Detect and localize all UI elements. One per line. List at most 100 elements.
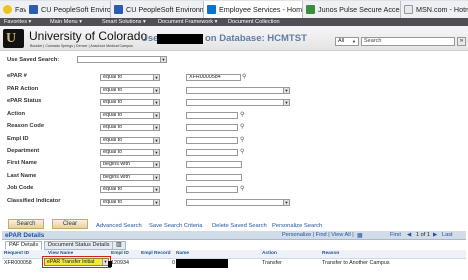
operator-select-epar-status[interactable]: equal to ▼ — [100, 99, 160, 106]
field-label-job-code: Job Code — [7, 185, 34, 191]
operator-select-action[interactable]: equal to ▼ — [100, 112, 160, 119]
cell-action: Transfer — [262, 260, 282, 266]
browser-tab[interactable]: Junos Pulse Secure Access ... — [303, 1, 401, 18]
browser-tab[interactable]: CU PeopleSoft Environme... — [111, 1, 204, 18]
tab-title: Junos Pulse Secure Access ... — [318, 5, 400, 14]
classified-indicator-select[interactable]: ▼ — [186, 199, 290, 206]
col-request-id[interactable]: Request ID — [4, 251, 29, 256]
chevron-down-icon: ▼ — [153, 187, 159, 192]
pager-first-link[interactable]: First — [390, 232, 401, 238]
first-name-input[interactable] — [186, 161, 242, 168]
peoplesoft-icon — [29, 5, 38, 14]
browser-tab-active[interactable]: Employee Services - Home — [204, 1, 303, 18]
search-scope-select[interactable]: All ▼ — [335, 37, 359, 46]
junos-icon — [306, 5, 315, 14]
lookup-icon[interactable]: ⚲ — [240, 137, 246, 143]
grid-download-icon[interactable]: ▦ — [357, 232, 363, 239]
department-input[interactable] — [186, 149, 238, 156]
operator-select-classified-indicator[interactable]: equal to ▼ — [100, 199, 160, 206]
tab-title: Employee Services - Home — [219, 5, 303, 14]
operator-select-first-name[interactable]: begins with ▼ — [100, 161, 160, 168]
field-label-epar-status: ePAR Status — [7, 98, 42, 104]
menu-main-menu[interactable]: Main Menu ▾ — [50, 18, 82, 26]
grid-toolbar-links[interactable]: Personalize | Find | View All | — [282, 232, 354, 238]
lookup-icon[interactable]: ⚲ — [240, 186, 246, 192]
operator-select-empl-id[interactable]: equal to ▼ — [100, 137, 160, 144]
chevron-down-icon: ▼ — [283, 88, 289, 93]
col-name[interactable]: Name — [176, 251, 189, 256]
empl-id-input[interactable] — [186, 137, 238, 144]
grid-title: ePAR Details — [5, 232, 45, 239]
peoplesoft-icon — [114, 5, 123, 14]
last-name-input[interactable] — [186, 174, 242, 181]
chevron-down-icon: ▼ — [153, 113, 159, 118]
action-input[interactable] — [186, 112, 238, 119]
cell-reason: Transfer to Another Campus — [322, 260, 390, 266]
field-label-action: Action — [7, 111, 26, 117]
operator-select-epar[interactable]: equal to ▼ — [100, 74, 160, 81]
tab-title: CU PeopleSoft Environme... — [41, 5, 111, 14]
personalize-search-link[interactable]: Personalize Search — [272, 223, 322, 229]
university-name: University of Colorado — [29, 29, 148, 43]
tab-title: CU PeopleSoft Environme... — [126, 5, 203, 14]
browser-tab-strip: Favorites CU PeopleSoft Environme... CU … — [0, 0, 468, 18]
operator-select-last-name[interactable]: begins with ▼ — [100, 174, 160, 181]
col-empl-record[interactable]: Empl Record — [141, 251, 171, 256]
field-label-department: Department — [7, 148, 40, 154]
search-button[interactable]: Search — [8, 219, 44, 229]
advanced-search-link[interactable]: Advanced Search — [96, 223, 142, 229]
chevron-down-icon: ▼ — [153, 125, 159, 130]
cell-empl-id: 120934 — [111, 260, 129, 266]
lookup-icon[interactable]: ⚲ — [242, 74, 248, 80]
show-all-columns-icon[interactable]: ▥ — [112, 241, 126, 250]
par-action-select[interactable]: ▼ — [186, 87, 290, 94]
field-label-empl-id: Empl ID — [7, 136, 29, 142]
delete-saved-search-link[interactable]: Delete Saved Search — [212, 223, 267, 229]
clear-button[interactable]: Clear — [52, 219, 88, 229]
chevron-down-icon: ▼ — [153, 175, 159, 180]
reason-code-input[interactable] — [186, 124, 238, 131]
saved-search-select[interactable]: ▼ — [77, 56, 167, 63]
operator-select-department[interactable]: equal to ▼ — [100, 149, 160, 156]
global-search-input[interactable]: Search — [361, 37, 455, 46]
menu-favorites[interactable]: Favorites ▾ — [4, 18, 31, 26]
epar-input[interactable]: XFR0000584 — [186, 74, 241, 81]
field-label-first-name: First Name — [7, 160, 37, 166]
chevron-down-icon: ▼ — [153, 150, 159, 155]
tab-document-status-details[interactable]: Document Status Details — [44, 241, 114, 250]
lookup-icon[interactable]: ⚲ — [240, 112, 246, 118]
pager-next-icon[interactable]: ▶ — [433, 232, 437, 238]
col-empl-id[interactable]: Empl ID — [111, 251, 129, 256]
col-action[interactable]: Action — [262, 251, 277, 256]
chevron-down-icon: ▼ — [352, 39, 356, 44]
lookup-icon[interactable]: ⚲ — [240, 149, 246, 155]
col-reason[interactable]: Reason — [322, 251, 339, 256]
sharepoint-icon — [207, 5, 216, 14]
pager-range: 1 of 1 — [416, 232, 430, 238]
pager-last-link[interactable]: Last — [442, 232, 453, 238]
browser-tab[interactable]: CU PeopleSoft Environme... — [26, 1, 111, 18]
operator-select-job-code[interactable]: equal to ▼ — [100, 186, 160, 193]
browser-tab[interactable]: MSN.com - Hotmai — [401, 1, 468, 18]
saved-search-label: Use Saved Search: — [7, 57, 60, 63]
lookup-icon[interactable]: ⚲ — [240, 124, 246, 130]
star-icon — [3, 5, 12, 14]
tab-paf-details[interactable]: PAF Details — [5, 241, 43, 250]
redacted-username — [157, 34, 203, 44]
save-search-criteria-link[interactable]: Save Search Criteria — [149, 223, 202, 229]
field-label-classified-indicator: Classified Indicator — [7, 198, 61, 204]
pager-prev-icon[interactable]: ◀ — [407, 232, 411, 238]
chevron-down-icon: ▼ — [160, 57, 166, 62]
job-code-input[interactable] — [186, 186, 238, 193]
operator-select-reason-code[interactable]: equal to ▼ — [100, 124, 160, 131]
menu-smart-solutions[interactable]: Smart Solutions ▾ — [102, 18, 146, 26]
view-name-select[interactable]: ePAR Transfer Initiat ▼ — [44, 258, 109, 266]
menu-document-framework[interactable]: Document Framework ▾ — [158, 18, 217, 26]
search-go-button[interactable]: » — [457, 37, 466, 46]
chevron-down-icon: ▼ — [283, 200, 289, 205]
epar-status-select[interactable]: ▼ — [186, 99, 290, 106]
cell-empl-record: 0 — [172, 260, 175, 266]
cell-request-id: XFR000058 — [4, 260, 32, 266]
operator-select-par-action[interactable]: equal to ▼ — [100, 87, 160, 94]
menu-document-collection[interactable]: Document Collection — [228, 18, 280, 26]
